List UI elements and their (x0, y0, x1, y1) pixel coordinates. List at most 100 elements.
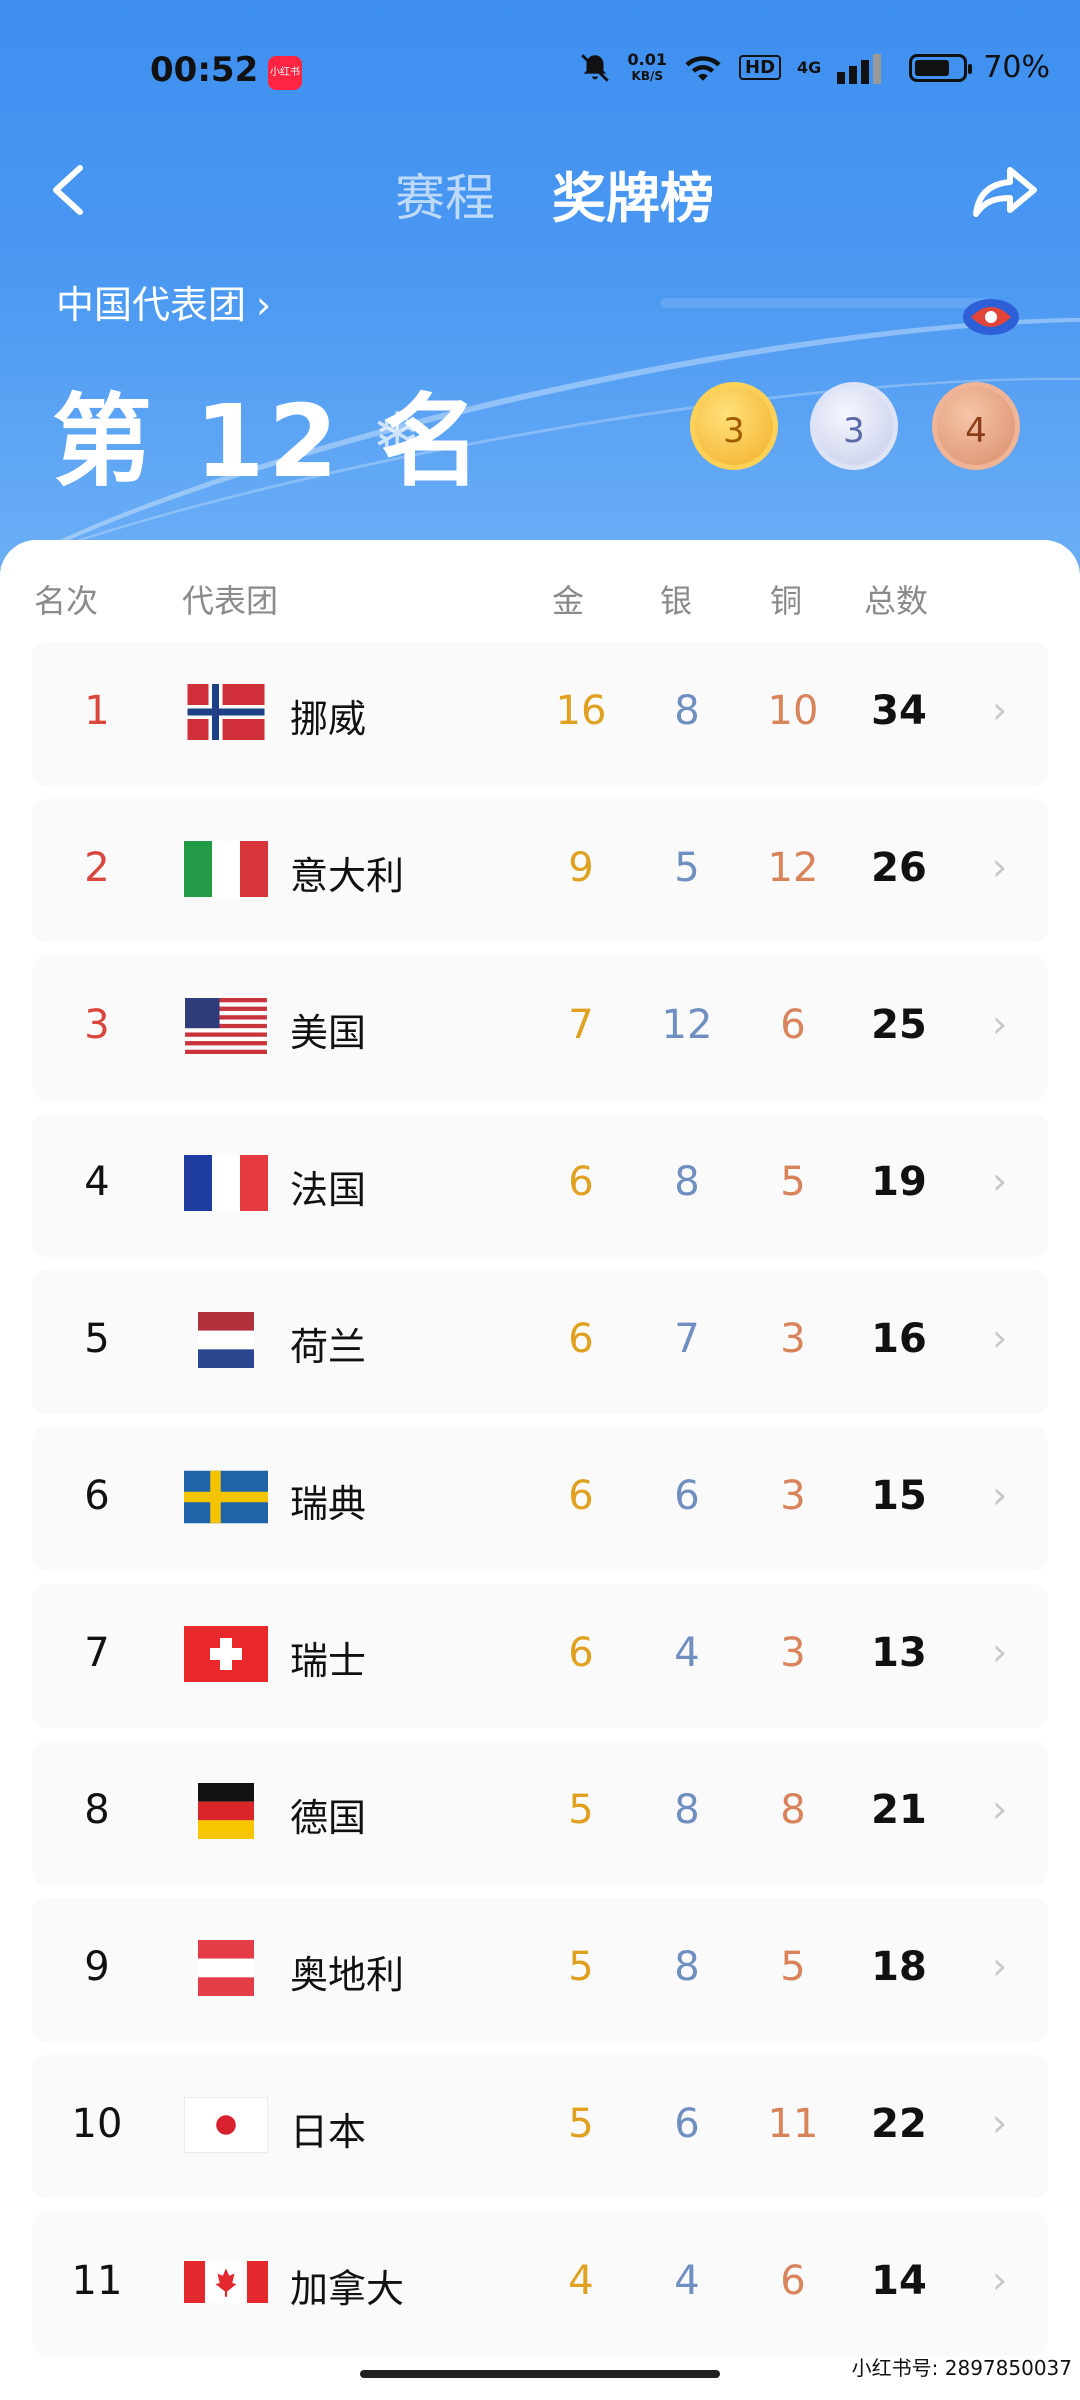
row-bronze: 6 (780, 1002, 806, 1048)
signal-label: 4G (797, 58, 822, 77)
row-silver: 8 (674, 1787, 700, 1833)
team-link-label: 中国代表团 (56, 283, 247, 327)
row-total: 18 (871, 1944, 927, 1990)
row-rank: 11 (71, 2258, 123, 2304)
chevron-right-icon: › (992, 845, 1008, 889)
table-row[interactable]: 7 瑞士 6 4 3 13 › (32, 1584, 1048, 1728)
row-silver: 7 (674, 1316, 700, 1362)
row-gold: 6 (568, 1159, 594, 1205)
row-total: 13 (871, 1630, 927, 1676)
silver-medal-count: 3 (810, 382, 898, 470)
top-nav: 赛程 奖牌榜 (0, 140, 1080, 240)
gold-medal-count: 3 (690, 382, 778, 470)
chevron-right-icon: › (992, 1473, 1008, 1517)
table-row[interactable]: 6 瑞典 6 6 3 15 › (32, 1427, 1048, 1571)
row-rank: 7 (84, 1630, 110, 1676)
row-rank: 1 (84, 688, 110, 734)
row-silver: 6 (674, 1473, 700, 1519)
row-gold: 5 (568, 2101, 594, 2147)
row-bronze: 12 (767, 845, 819, 891)
row-rank: 3 (84, 1002, 110, 1048)
row-team-name: 日本 (290, 2110, 367, 2154)
row-gold: 5 (568, 1787, 594, 1833)
chevron-right-icon: › (992, 1944, 1008, 1988)
row-gold: 9 (568, 845, 594, 891)
row-total: 15 (871, 1473, 927, 1519)
row-total: 16 (871, 1316, 927, 1362)
row-rank: 4 (84, 1159, 110, 1205)
decorative-ribbon (660, 298, 990, 308)
hd-badge: HD (739, 55, 782, 80)
header-total: 总数 (864, 582, 929, 620)
japan-flag-icon (184, 2097, 268, 2153)
usa-flag-icon (184, 998, 268, 1054)
table-row[interactable]: 5 荷兰 6 7 3 16 › (32, 1270, 1048, 1414)
watermark: 小红书号: 2897850037 (851, 2356, 1072, 2380)
row-rank: 8 (84, 1787, 110, 1833)
row-gold: 6 (568, 1316, 594, 1362)
row-team-name: 挪威 (290, 697, 367, 741)
mute-bell-icon (580, 53, 609, 82)
row-silver: 4 (674, 2258, 700, 2304)
row-bronze: 11 (767, 2101, 819, 2147)
row-gold: 16 (555, 688, 607, 734)
row-team-name: 法国 (290, 1168, 367, 1212)
table-row[interactable]: 8 德国 5 8 8 21 › (32, 1741, 1048, 1885)
row-bronze: 10 (767, 688, 819, 734)
row-bronze: 3 (780, 1473, 806, 1519)
table-row[interactable]: 2 意大利 9 5 12 26 › (32, 799, 1048, 943)
row-total: 26 (871, 845, 927, 891)
row-bronze: 3 (780, 1630, 806, 1676)
netherlands-flag-icon (184, 1312, 268, 1368)
row-gold: 7 (568, 1002, 594, 1048)
canada-flag-icon (184, 2254, 268, 2310)
row-team-name: 瑞士 (290, 1639, 367, 1683)
table-row[interactable]: 3 美国 7 12 6 25 › (32, 956, 1048, 1100)
chevron-right-icon: › (992, 1787, 1008, 1831)
table-row[interactable]: 9 奥地利 5 8 5 18 › (32, 1898, 1048, 2042)
row-gold: 6 (568, 1630, 594, 1676)
snowflake-icon: ❄ (372, 400, 423, 470)
row-total: 25 (871, 1002, 927, 1048)
chevron-right-icon: › (992, 2101, 1008, 2145)
row-bronze: 8 (780, 1787, 806, 1833)
signal-bars-icon (837, 53, 882, 84)
row-rank: 2 (84, 845, 110, 891)
table-row[interactable]: 4 法国 6 8 5 19 › (32, 1113, 1048, 1257)
header-rank: 名次 (34, 582, 99, 620)
team-link[interactable]: 中国代表团 › (56, 274, 271, 329)
table-row[interactable]: 11 加拿大 4 4 6 14 › (32, 2212, 1048, 2356)
switzerland-flag-icon (184, 1626, 268, 1682)
sweden-flag-icon (184, 1469, 268, 1525)
row-gold: 5 (568, 1944, 594, 1990)
row-total: 21 (871, 1787, 927, 1833)
back-arrow-icon[interactable] (40, 160, 100, 220)
tab-schedule[interactable]: 赛程 (395, 158, 495, 230)
chevron-right-icon: › (992, 688, 1008, 732)
status-time: 00:52 (150, 50, 259, 90)
row-silver: 6 (674, 2101, 700, 2147)
row-bronze: 3 (780, 1316, 806, 1362)
row-silver: 4 (674, 1630, 700, 1676)
row-silver: 5 (674, 845, 700, 891)
row-gold: 6 (568, 1473, 594, 1519)
battery-icon (909, 53, 973, 82)
table-row[interactable]: 10 日本 5 6 11 22 › (32, 2055, 1048, 2199)
header-silver: 银 (660, 582, 693, 620)
row-rank: 10 (71, 2101, 123, 2147)
tab-medal-table[interactable]: 奖牌榜 (552, 154, 714, 233)
wifi-icon (685, 55, 721, 81)
xiaohongshu-app-icon: 小红书 (268, 56, 302, 90)
row-rank: 5 (84, 1316, 110, 1362)
chevron-right-icon: › (992, 1002, 1008, 1046)
bronze-medal-count: 4 (932, 382, 1020, 470)
team-emblem-icon (963, 299, 1019, 335)
header-gold: 金 (552, 582, 585, 620)
germany-flag-icon (184, 1783, 268, 1839)
table-row[interactable]: 1 挪威 16 8 10 34 › (32, 642, 1048, 786)
chevron-right-icon: › (992, 1159, 1008, 1203)
row-silver: 12 (661, 1002, 713, 1048)
share-icon[interactable] (970, 154, 1042, 226)
row-team-name: 加拿大 (290, 2267, 405, 2311)
home-indicator[interactable] (360, 2370, 720, 2378)
